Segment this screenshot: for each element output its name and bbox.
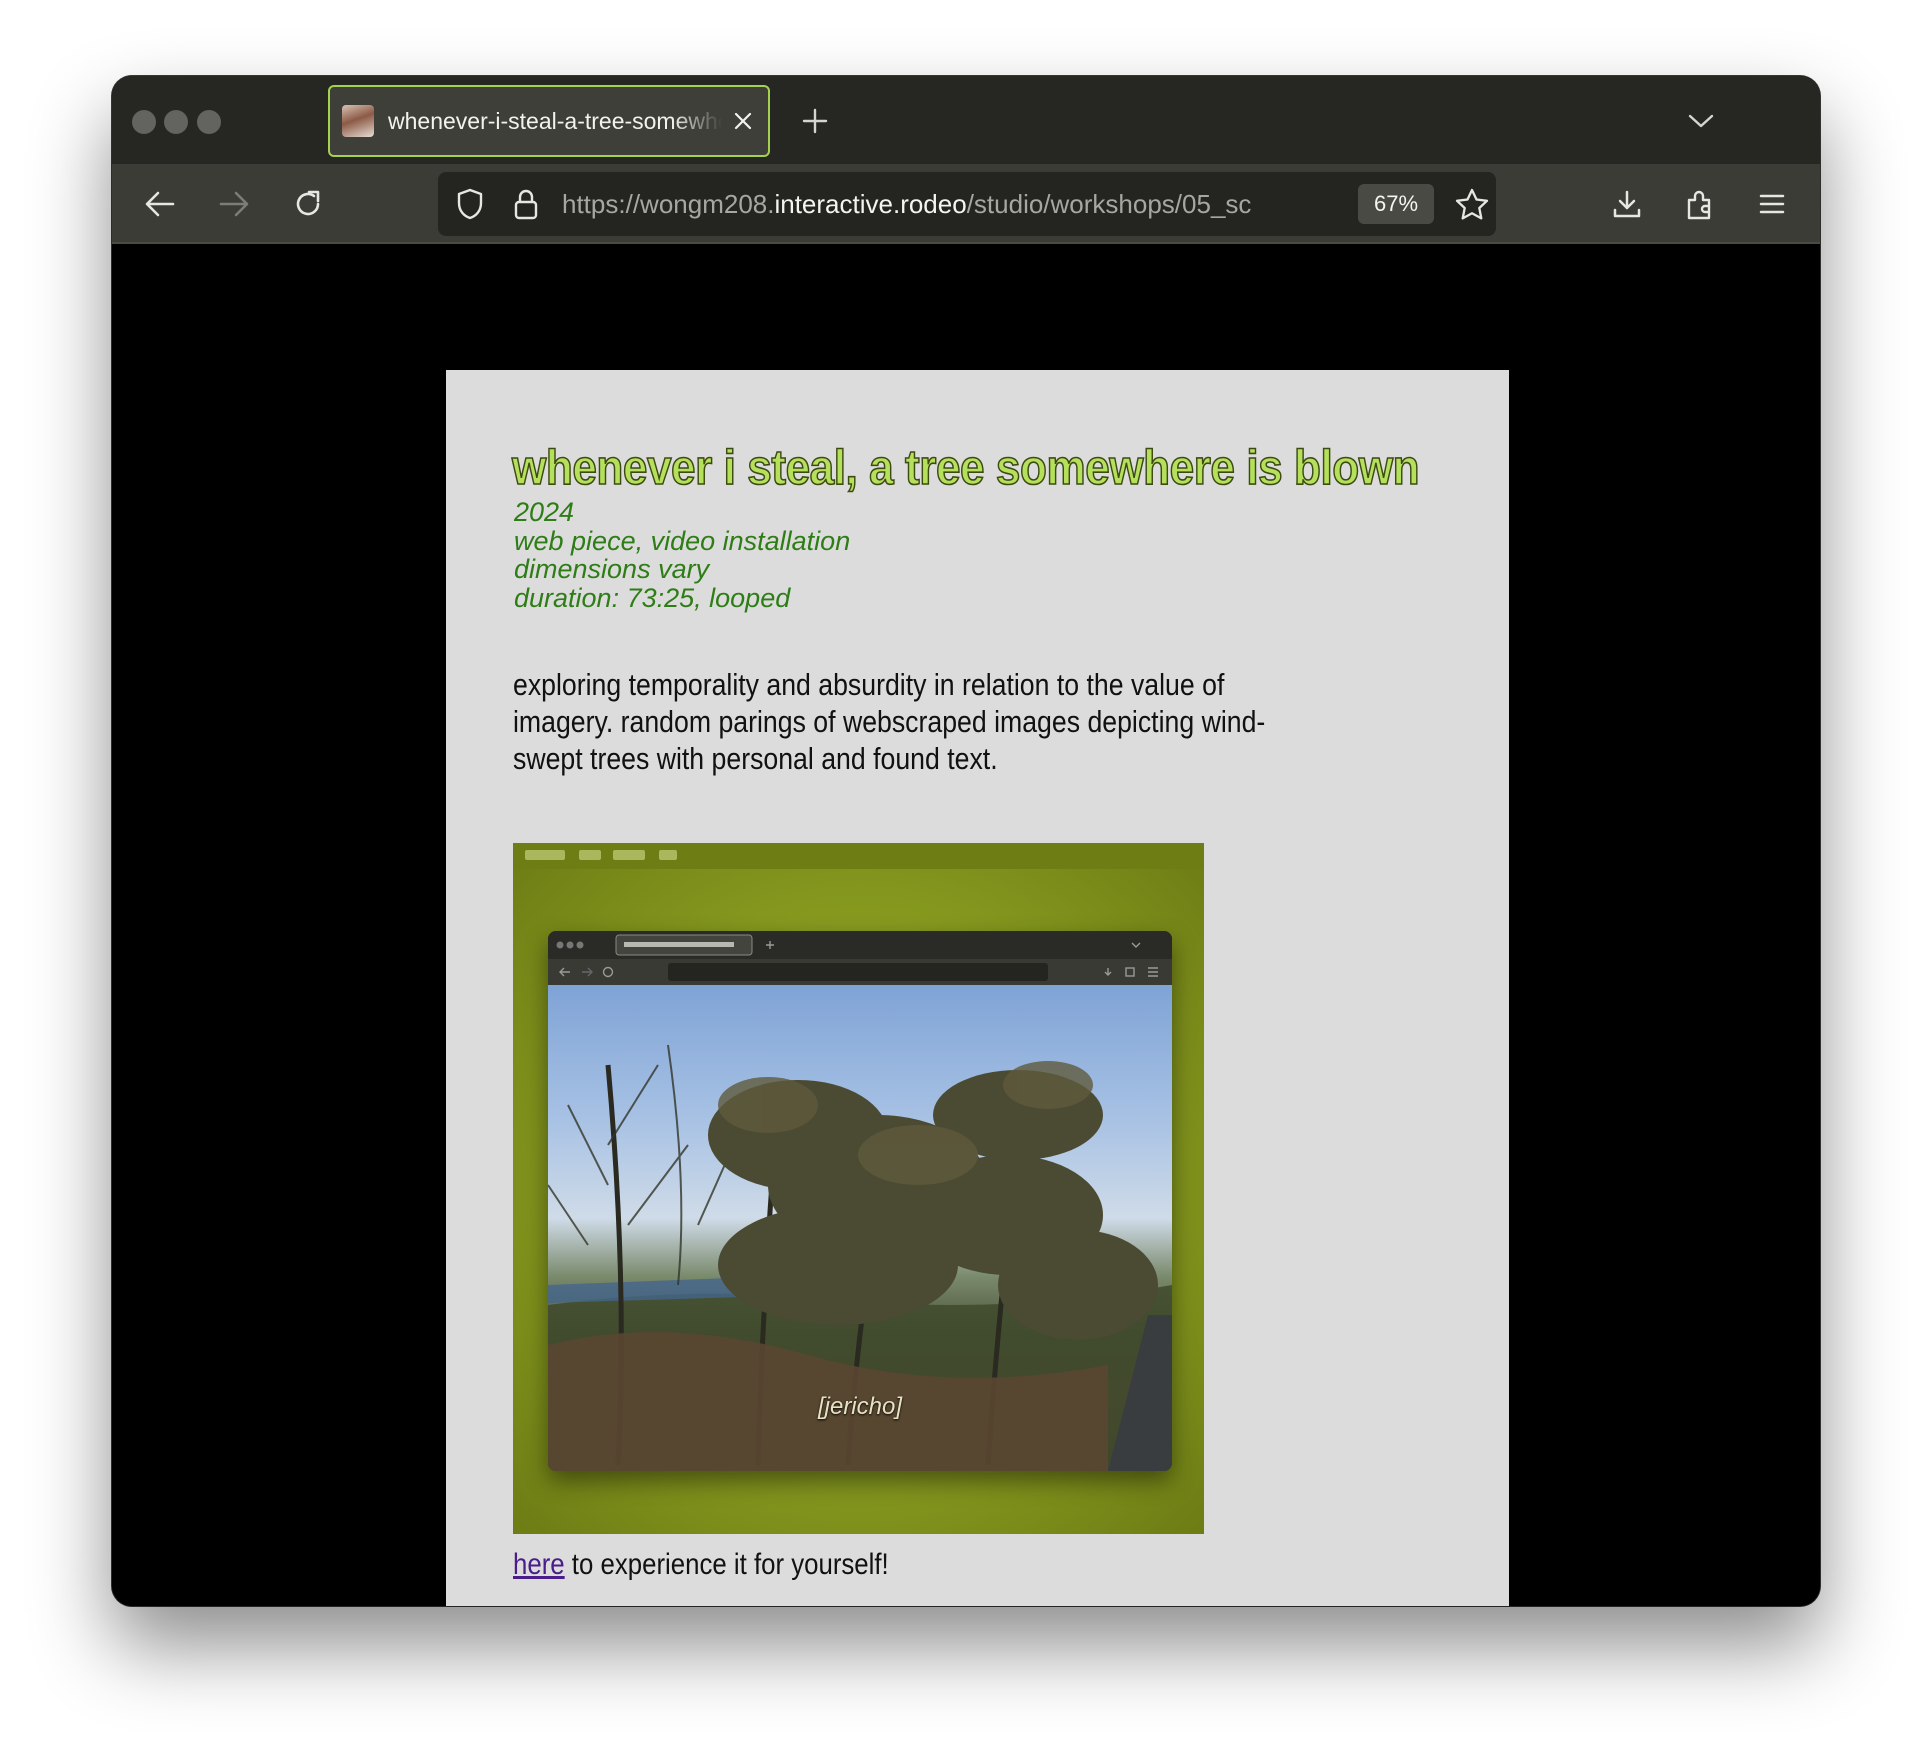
meta-year: 2024 [514,497,575,527]
forward-arrow-icon[interactable] [212,182,256,226]
description-line: imagery. random parings of webscraped im… [513,704,1266,739]
still-menubar [513,843,1204,869]
back-arrow-icon[interactable] [138,182,182,226]
url-path: /studio/workshops/05_sc [966,189,1252,219]
plus-icon[interactable] [798,104,832,138]
meta-dimensions: dimensions vary [514,554,710,584]
tab-active[interactable]: whenever-i-steal-a-tree-somewhere-is-blo… [328,85,770,157]
link-suffix-text: to experience it for yourself! [564,1548,889,1581]
menu-icon[interactable] [1750,182,1794,226]
url-text[interactable]: https://wongm208.interactive.rodeo/studi… [562,186,1344,222]
star-icon[interactable] [1452,184,1492,224]
portrait-favicon [342,105,374,137]
here-link[interactable]: here [513,1548,565,1581]
experience-link-line: here to experience it for yourself! [513,1547,889,1583]
maximize-window-button[interactable] [197,110,221,134]
tab-bar: whenever-i-steal-a-tree-somewhere-is-blo… [112,76,1820,164]
still-menu-item [525,850,565,860]
still-menu-item [659,850,677,860]
page-title: whenever i steal, a tree somewhere is bl… [511,440,1420,496]
minimize-window-button[interactable] [164,110,188,134]
extensions-icon[interactable] [1678,182,1722,226]
close-window-button[interactable] [132,110,156,134]
still-tab-bar [548,931,1172,959]
meta-duration: duration: 73:25, looped [514,582,791,613]
shield-icon[interactable] [452,186,488,222]
description-line: exploring temporality and absurdity in r… [513,667,1225,702]
reload-icon[interactable] [286,182,330,226]
still-menu-item [613,850,645,860]
video-still-image: [jericho] [513,843,1204,1534]
still-tree-photo: [jericho] [548,985,1172,1471]
still-browser-window: [jericho] [548,931,1172,1471]
work-description: exploring temporality and absurdity in r… [513,666,1266,777]
still-navigation-toolbar [548,959,1172,985]
work-metadata: 2024 web piece, video installation dimen… [514,498,1114,612]
still-address-bar [668,963,1048,981]
url-prefix: https://wongm208. [562,189,775,219]
download-icon[interactable] [1605,182,1649,226]
browser-window: whenever-i-steal-a-tree-somewhere-is-blo… [112,76,1820,1606]
meta-medium: web piece, video installation [514,525,851,556]
address-bar[interactable]: https://wongm208.interactive.rodeo/studi… [438,172,1496,236]
tab-title: whenever-i-steal-a-tree-somewhere-is-blo… [388,107,723,134]
description-line: swept trees with personal and found text… [513,741,998,776]
page-content: whenever i steal, a tree somewhere is bl… [446,370,1509,1606]
still-caption: [jericho] [817,1393,903,1420]
page-viewport: whenever i steal, a tree somewhere is bl… [112,246,1820,1606]
navigation-toolbar: https://wongm208.interactive.rodeo/studi… [112,164,1820,244]
zoom-level-button[interactable]: 67% [1358,184,1434,224]
lock-icon[interactable] [510,186,542,222]
chevron-down-icon[interactable] [1684,106,1718,136]
url-host: interactive.rodeo [774,189,967,219]
still-menu-item [579,850,601,860]
close-icon[interactable] [730,108,756,134]
